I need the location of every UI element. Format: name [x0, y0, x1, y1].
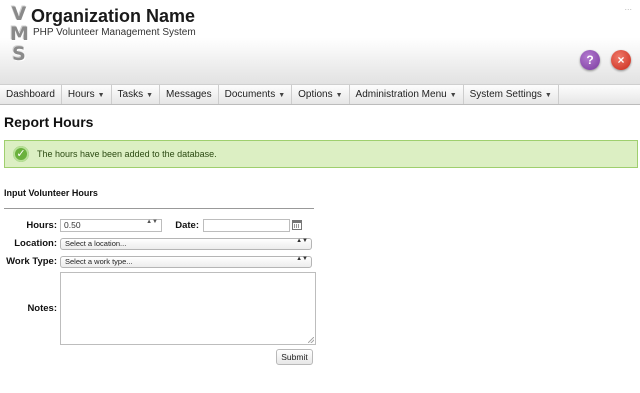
caret-down-icon: ▼ — [449, 92, 457, 99]
submit-button[interactable]: Submit — [276, 349, 313, 365]
location-selected-value: Select a location... — [65, 239, 127, 248]
work-type-select[interactable]: Select a work type... ▲▼ — [60, 256, 312, 268]
organization-name: Organization Name — [31, 6, 196, 26]
close-icon[interactable]: × — [611, 50, 631, 70]
hours-input[interactable]: 0.50 ▲▼ — [60, 219, 162, 232]
nav-item-options[interactable]: Options ▼ — [292, 85, 350, 104]
app-subtitle: PHP Volunteer Management System — [33, 27, 196, 38]
help-icon[interactable]: ? — [580, 50, 600, 70]
nav-label: Administration Menu — [355, 89, 447, 100]
select-arrows-icon: ▲▼ — [296, 238, 308, 244]
nav-label: Messages — [166, 89, 212, 100]
date-label: Date: — [175, 220, 199, 231]
nav-label: Tasks — [117, 89, 144, 100]
stepper-arrows-icon[interactable]: ▲▼ — [146, 219, 158, 226]
caret-down-icon: ▼ — [278, 92, 286, 99]
section-divider — [4, 208, 314, 209]
date-input[interactable] — [203, 219, 290, 232]
nav-label: Documents — [224, 89, 276, 100]
select-arrows-icon: ▲▼ — [296, 256, 308, 262]
resize-grip-icon[interactable] — [308, 337, 314, 343]
notes-label: Notes: — [27, 303, 57, 314]
nav-label: Dashboard — [6, 89, 55, 100]
caret-down-icon: ▼ — [146, 92, 154, 99]
logo-letter-m: M — [10, 23, 29, 45]
caret-down-icon: ▼ — [335, 92, 343, 99]
caret-down-icon: ▼ — [544, 92, 552, 99]
logo-letter-s: S — [12, 43, 26, 65]
nav-label: System Settings — [469, 89, 542, 100]
nav-item-messages[interactable]: Messages — [160, 85, 219, 104]
app-header: V M S Organization Name PHP Volunteer Ma… — [0, 0, 640, 84]
notes-textarea[interactable] — [60, 272, 316, 345]
checkmark-icon: ✓ — [13, 146, 29, 162]
success-message: The hours have been added to the databas… — [37, 149, 217, 159]
nav-label: Hours — [67, 89, 95, 100]
location-label: Location: — [14, 238, 57, 249]
hours-value: 0.50 — [64, 220, 81, 230]
success-alert: ✓ The hours have been added to the datab… — [4, 140, 638, 168]
nav-item-dashboard[interactable]: Dashboard — [0, 85, 62, 104]
location-select[interactable]: Select a location... ▲▼ — [60, 238, 312, 250]
nav-item-administration-menu[interactable]: Administration Menu ▼ — [350, 85, 464, 104]
work-type-selected-value: Select a work type... — [65, 257, 133, 266]
logo-letter-v: V — [11, 3, 27, 25]
main-navigation: Dashboard Hours ▼ Tasks ▼ Messages Documen… — [0, 84, 640, 105]
nav-item-tasks[interactable]: Tasks ▼ — [112, 85, 161, 104]
calendar-icon[interactable] — [292, 220, 302, 230]
top-right-link[interactable]: ... — [624, 2, 632, 12]
caret-down-icon: ▼ — [97, 92, 105, 99]
work-type-label: Work Type: — [6, 256, 57, 267]
nav-label: Options — [298, 89, 333, 100]
nav-item-system-settings[interactable]: System Settings ▼ — [464, 85, 559, 104]
hours-label: Hours: — [26, 220, 57, 231]
nav-item-hours[interactable]: Hours ▼ — [62, 85, 112, 104]
form-section-title: Input Volunteer Hours — [4, 188, 98, 198]
page-title: Report Hours — [4, 114, 94, 130]
vms-logo: V M S — [10, 3, 29, 65]
nav-item-documents[interactable]: Documents ▼ — [219, 85, 293, 104]
